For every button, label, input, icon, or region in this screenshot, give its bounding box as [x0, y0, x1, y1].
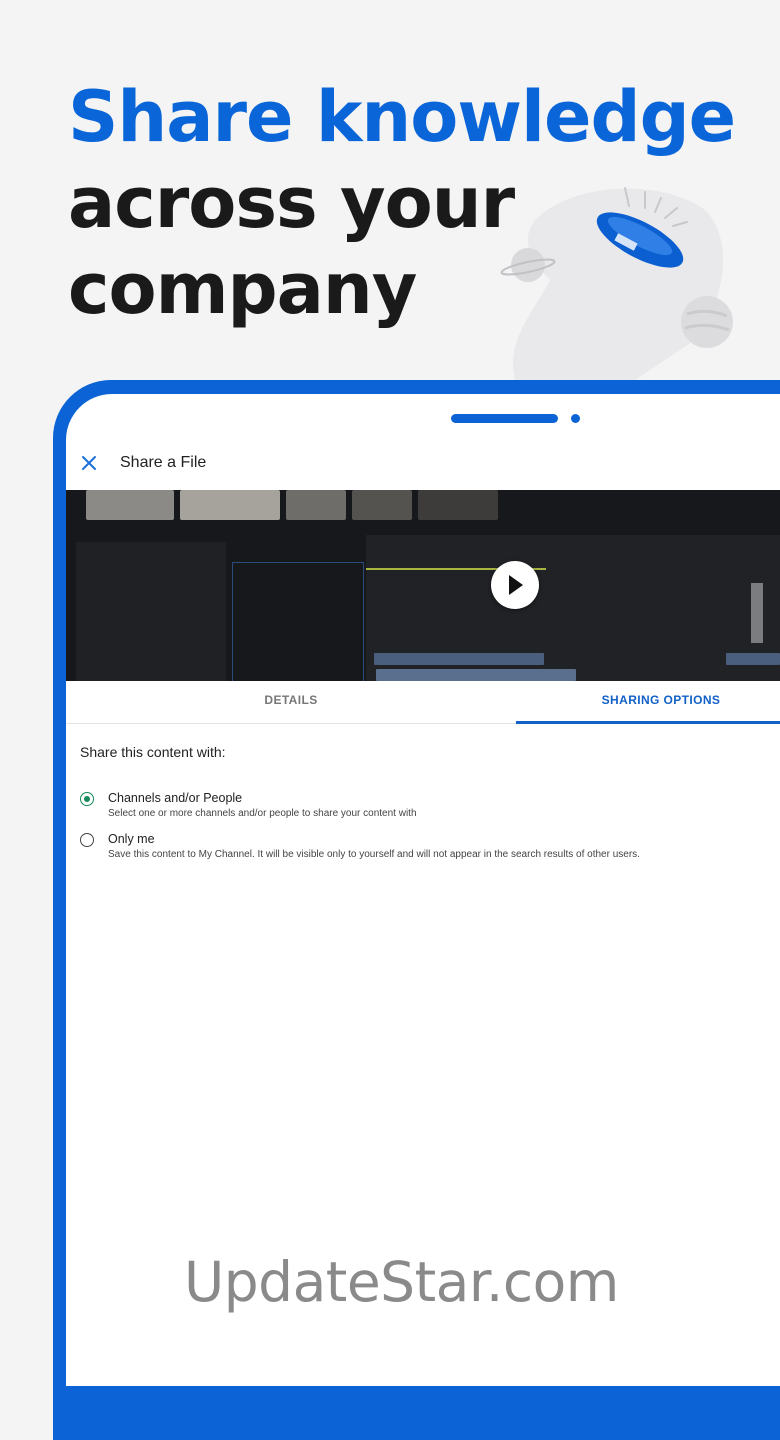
active-tab-indicator	[516, 721, 780, 724]
tab-sharing-options[interactable]: SHARING OPTIONS	[516, 681, 780, 723]
flying-saucer-illustration	[500, 187, 733, 380]
editor-timeline	[366, 535, 780, 681]
radio-only-me[interactable]	[80, 833, 94, 847]
option-description: Save this content to My Channel. It will…	[108, 849, 640, 860]
video-preview[interactable]	[66, 490, 780, 681]
option-channels-people[interactable]: Channels and/or People Select one or mor…	[80, 791, 770, 823]
radio-channels-people[interactable]	[80, 792, 94, 806]
share-heading: Share this content with:	[80, 744, 226, 760]
play-icon	[509, 575, 523, 595]
app-bar: Share a File	[66, 442, 780, 488]
close-button[interactable]	[78, 452, 100, 474]
play-button[interactable]	[491, 561, 539, 609]
tab-details[interactable]: DETAILS	[66, 681, 516, 723]
editor-panel-monitor	[232, 562, 364, 681]
watermark-text: UpdateStar.com	[184, 1250, 619, 1314]
editor-panel-left	[76, 542, 226, 681]
page-title: Share a File	[120, 454, 207, 471]
tablet-screen: Share a File DETAILS SHARING OPTIONS Sha…	[66, 394, 780, 1386]
option-description: Select one or more channels and/or peopl…	[108, 808, 417, 819]
front-camera	[571, 414, 580, 423]
option-only-me[interactable]: Only me Save this content to My Channel.…	[80, 832, 770, 864]
speaker-grille	[451, 414, 558, 423]
headline-accent-line: Share knowledge	[68, 76, 736, 158]
tab-bar: DETAILS SHARING OPTIONS	[66, 681, 780, 724]
option-title: Channels and/or People	[108, 791, 243, 805]
close-icon	[82, 456, 96, 470]
option-title: Only me	[108, 832, 155, 846]
